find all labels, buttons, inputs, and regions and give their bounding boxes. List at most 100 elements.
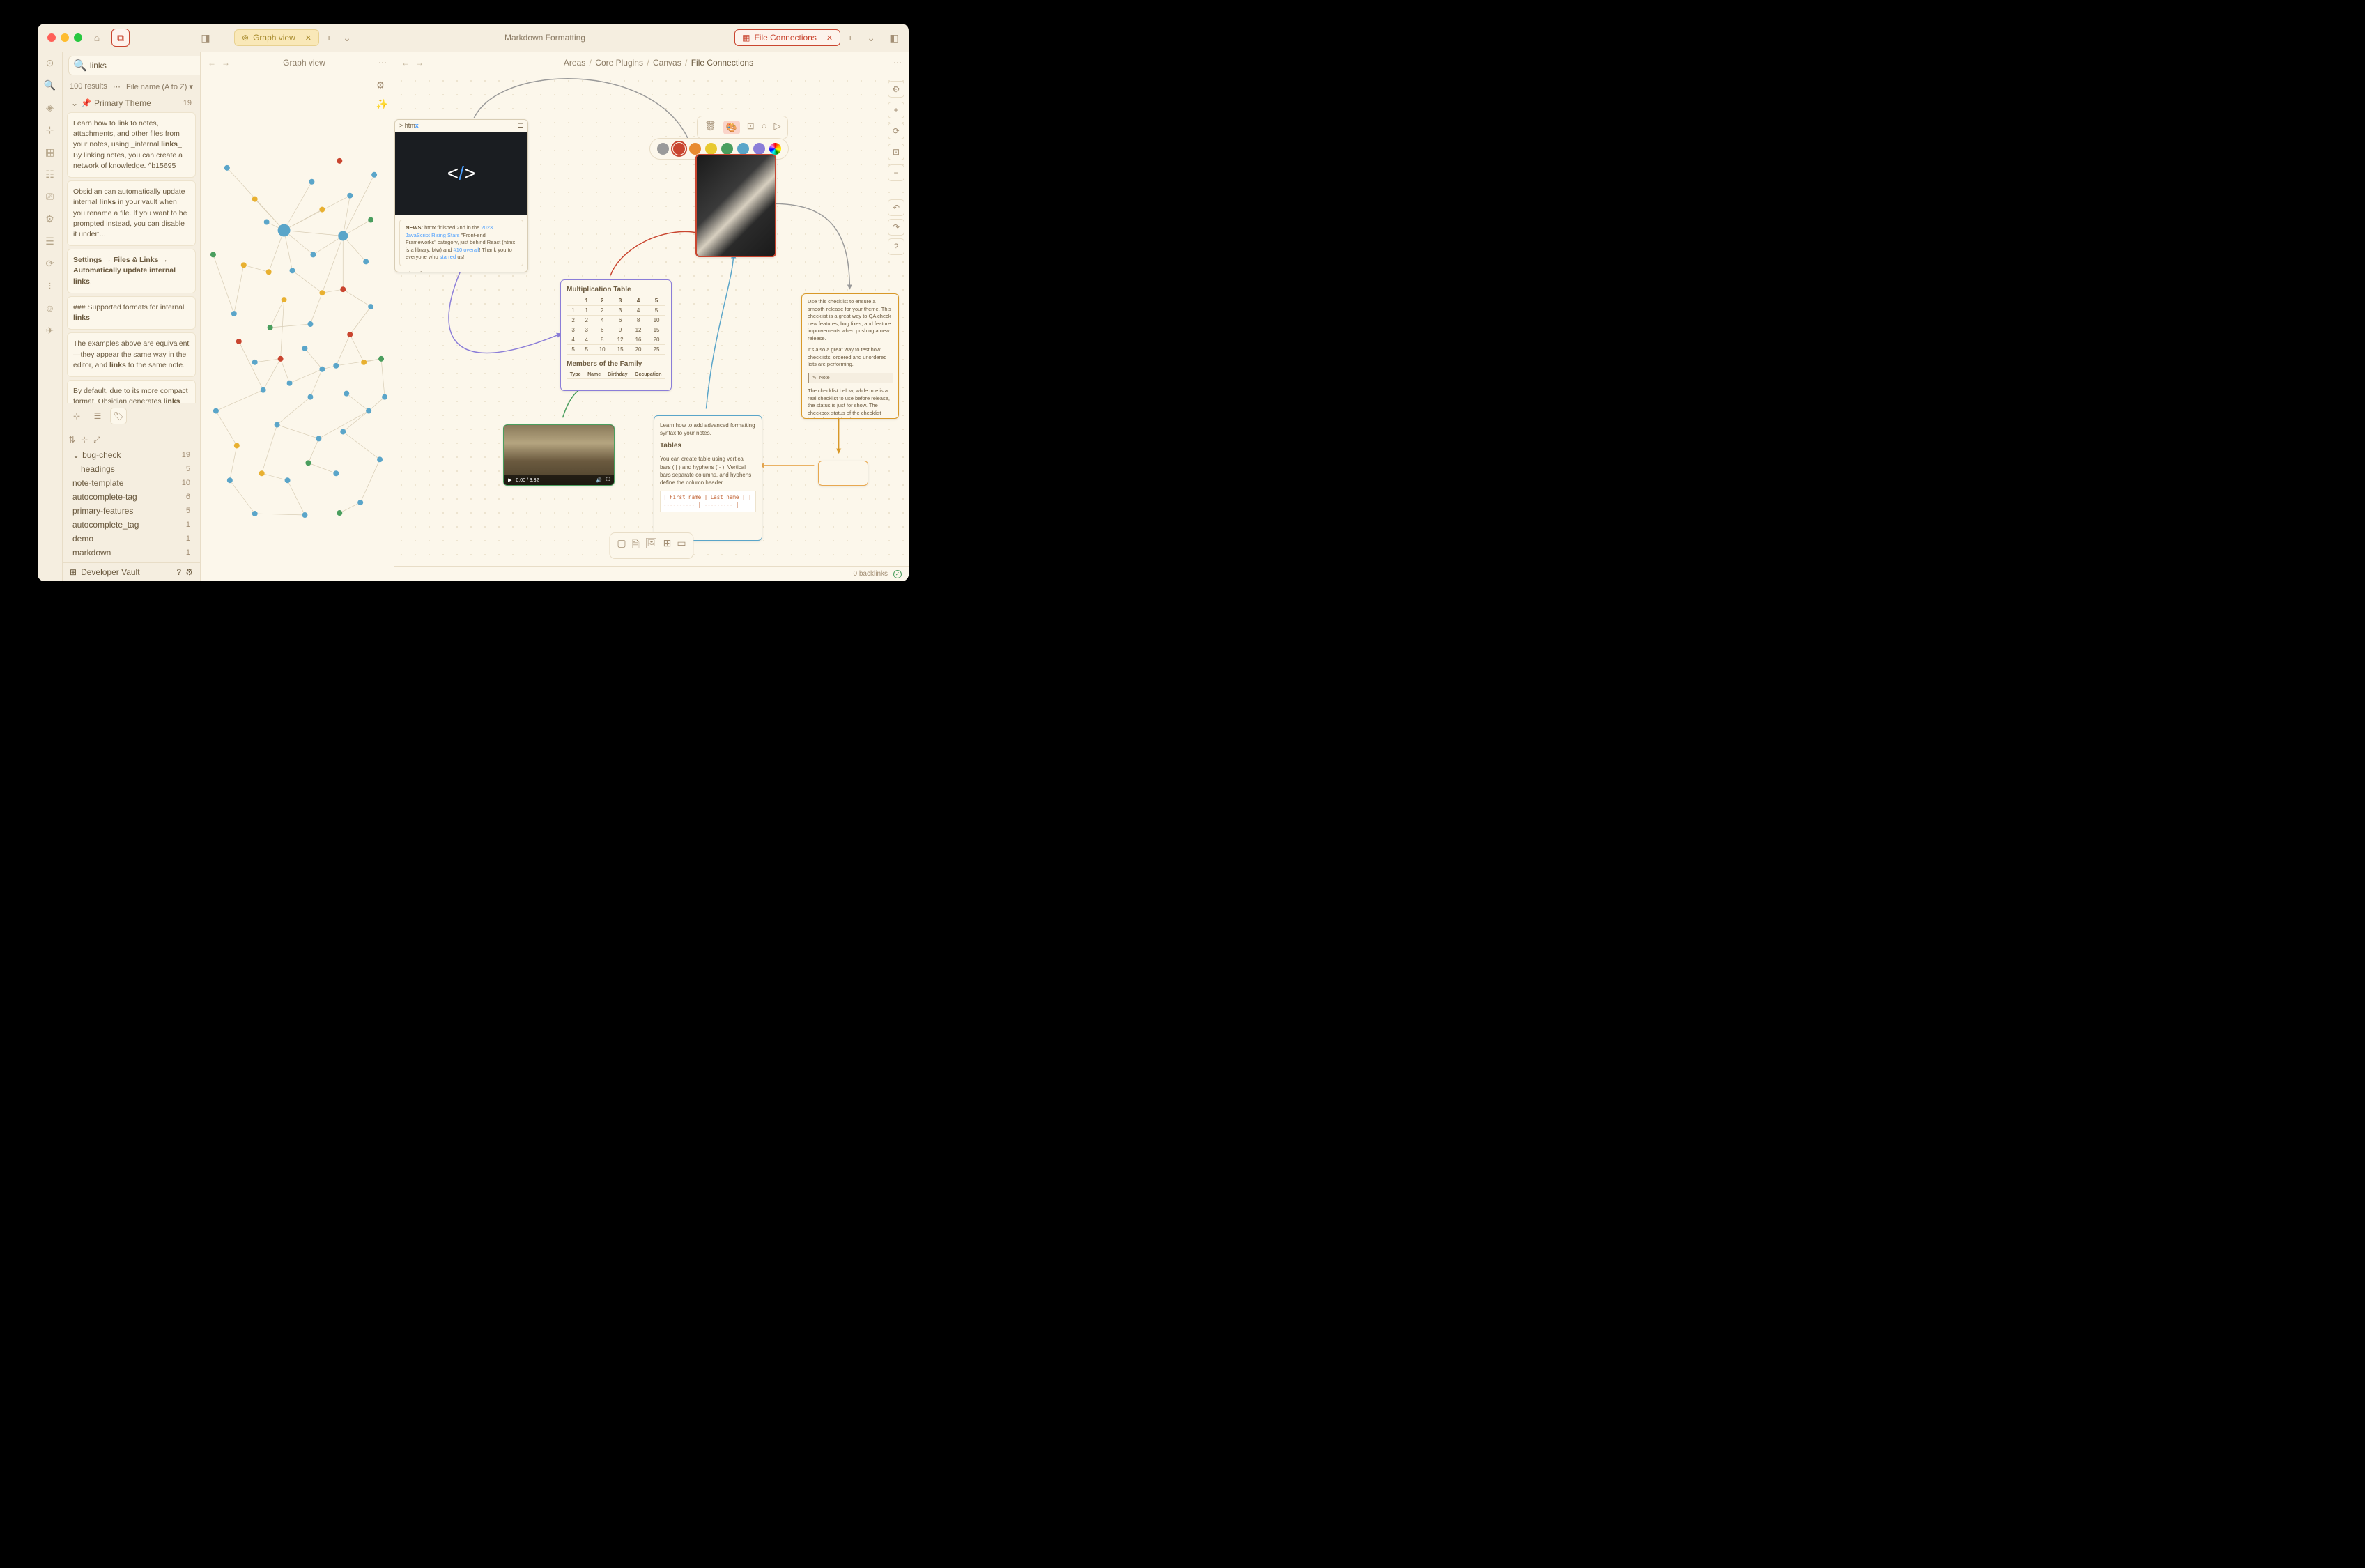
reload-icon[interactable]: ⟳ [888, 123, 904, 139]
add-frame-icon[interactable]: ▭ [677, 537, 686, 554]
search-input-wrapper[interactable]: 🔍 Aa ⓧ [68, 56, 201, 75]
right-sidebar-toggle-icon[interactable]: ◧ [885, 29, 903, 47]
pane-more-icon[interactable]: ⋯ [893, 58, 902, 68]
canvas-card-image[interactable] [695, 154, 776, 257]
search-results[interactable]: ⌄ 📌 Primary Theme 19 Learn how to link t… [63, 94, 200, 403]
canvas-help-icon[interactable]: ? [888, 238, 904, 255]
backlinks-count[interactable]: 0 backlinks [854, 570, 888, 578]
help-icon[interactable]: ? [177, 567, 182, 577]
zoom-out-icon[interactable]: − [888, 164, 904, 181]
tags-tab[interactable]: 🏷 [110, 408, 127, 424]
outline-tab[interactable]: ☰ [89, 408, 106, 424]
search-input[interactable] [90, 61, 198, 70]
search-result-item[interactable]: Learn how to link to notes, attachments,… [67, 112, 196, 178]
color-swatch[interactable] [721, 143, 733, 155]
daily-note-icon[interactable]: ☷ [43, 167, 57, 181]
templates-icon[interactable]: ⎚ [43, 190, 57, 203]
breadcrumb[interactable]: Areas / Core Plugins / Canvas / File Con… [429, 58, 888, 68]
search-result-item[interactable]: By default, due to its more compact form… [67, 380, 196, 403]
search-result-item[interactable]: Obsidian can automatically update intern… [67, 180, 196, 246]
delete-icon[interactable]: 🗑 [704, 121, 716, 134]
nav-forward-button[interactable]: → [415, 58, 424, 68]
nav-forward-button[interactable]: → [222, 58, 230, 68]
focus-icon[interactable]: ⊡ [747, 121, 755, 134]
graph-view[interactable]: ⚙ ✨ [201, 74, 394, 581]
canvas-card-video[interactable]: são paulo sunset by saib.mp4 ▶ 0:00 / 3:… [503, 424, 615, 486]
tag-item[interactable]: markdown1 [68, 546, 194, 560]
binary-icon[interactable]: ⁝ [43, 279, 57, 293]
sort-icon[interactable]: ⇅ [68, 435, 75, 445]
tag-item[interactable]: primary-features5 [68, 504, 194, 518]
graph-filters-icon[interactable]: ⚙ [376, 79, 388, 91]
canvas-card-htmx[interactable]: htmx - high power tools for html > htmx☰… [394, 119, 528, 272]
tab-file-connections[interactable]: ▦ File Connections ✕ [734, 29, 840, 46]
search-result-item[interactable]: Settings → Files & Links → Automatically… [67, 249, 196, 293]
play-icon[interactable]: ▷ [773, 121, 780, 134]
color-swatch[interactable] [737, 143, 749, 155]
tab-dropdown-icon[interactable]: ⌄ [339, 32, 355, 44]
color-swatch[interactable] [705, 143, 717, 155]
redo-icon[interactable]: ↷ [888, 219, 904, 236]
quick-switcher-button[interactable]: ⧉ [111, 29, 130, 47]
search-result-item[interactable]: The examples above are equivalent—they a… [67, 332, 196, 377]
sidebar-toggle-icon[interactable]: ◨ [197, 29, 215, 47]
new-tab-button[interactable]: + [322, 32, 336, 43]
volume-icon[interactable]: 🔊 [596, 477, 602, 483]
vault-name[interactable]: Developer Vault [81, 567, 140, 577]
nav-back-button[interactable]: ← [401, 58, 410, 68]
color-swatch[interactable] [753, 143, 765, 155]
publish-icon[interactable]: ✈ [43, 323, 57, 337]
settings-icon[interactable]: ⚙ [43, 212, 57, 226]
tab-list-dropdown-icon[interactable]: ⌄ [863, 32, 879, 44]
color-swatch[interactable] [673, 143, 685, 155]
close-tab-button[interactable]: ✕ [826, 33, 833, 43]
graph-icon[interactable]: ⊹ [43, 123, 57, 137]
close-window-button[interactable] [47, 33, 56, 42]
search-icon[interactable]: 🔍 [43, 78, 57, 92]
sort-dropdown[interactable]: File name (A to Z) ▾ [126, 82, 193, 91]
outgoing-links-tab[interactable]: ⊹ [68, 408, 85, 424]
files-icon[interactable]: ⊙ [43, 56, 57, 70]
add-group-icon[interactable]: ⊞ [663, 537, 672, 554]
add-icon[interactable]: + [888, 102, 904, 118]
tag-item[interactable]: ⌄bug-check19 [68, 448, 194, 462]
fullscreen-icon[interactable]: ⛶ [606, 477, 610, 483]
canvas-icon[interactable]: ▦ [43, 145, 57, 159]
vault-settings-icon[interactable]: ⚙ [185, 567, 193, 577]
add-note-icon[interactable]: 🗎 [632, 537, 640, 554]
bookmarks-icon[interactable]: ◈ [43, 100, 57, 114]
user-icon[interactable]: ☺ [43, 301, 57, 315]
canvas-card-advanced-formatting[interactable]: Advanced Formatting Syntax Learn how to … [654, 415, 762, 541]
color-swatch[interactable] [689, 143, 701, 155]
maximize-window-button[interactable] [74, 33, 82, 42]
color-wheel-icon[interactable] [769, 143, 781, 155]
tab-graph-view[interactable]: ⊚ Graph view ✕ [234, 29, 319, 46]
add-card-icon[interactable]: ▢ [617, 537, 626, 554]
canvas-card-release-checklist[interactable]: Release Checklist Use this checklist to … [801, 293, 899, 419]
expand-icon[interactable]: ⤢ [93, 435, 100, 445]
tag-item[interactable]: note-template10 [68, 476, 194, 490]
tag-item[interactable]: autocomplete_tag1 [68, 518, 194, 532]
sync-icon[interactable]: ⟳ [43, 256, 57, 270]
tag-item[interactable]: headings5 [68, 462, 194, 476]
command-palette-icon[interactable]: ☰ [43, 234, 57, 248]
search-result-item[interactable]: ### Supported formats for internal links [67, 296, 196, 330]
more-icon[interactable]: ⋯ [113, 82, 121, 91]
fit-icon[interactable]: ⊡ [888, 144, 904, 160]
play-button[interactable]: ▶ [508, 477, 511, 483]
result-group-header[interactable]: ⌄ 📌 Primary Theme 19 [67, 94, 196, 112]
undo-icon[interactable]: ↶ [888, 199, 904, 216]
canvas-settings-icon[interactable]: ⚙ [888, 81, 904, 98]
menu-icon[interactable]: ☰ [518, 122, 523, 130]
tag-item[interactable]: demo1 [68, 532, 194, 546]
sync-status-icon[interactable]: ✓ [893, 570, 902, 578]
color-swatch[interactable] [657, 143, 669, 155]
add-media-icon[interactable]: 🖼 [645, 537, 658, 554]
home-icon[interactable]: ⌂ [88, 29, 106, 47]
canvas-card-markdown-tables[interactable]: Markdown Tables Multiplication Table 123… [560, 279, 672, 391]
tag-item[interactable]: autocomplete-tag6 [68, 490, 194, 504]
minimize-window-button[interactable] [61, 33, 69, 42]
canvas-card-empty[interactable] [818, 461, 868, 486]
pane-more-icon[interactable]: ⋯ [378, 58, 387, 68]
shape-icon[interactable]: ○ [762, 121, 767, 134]
